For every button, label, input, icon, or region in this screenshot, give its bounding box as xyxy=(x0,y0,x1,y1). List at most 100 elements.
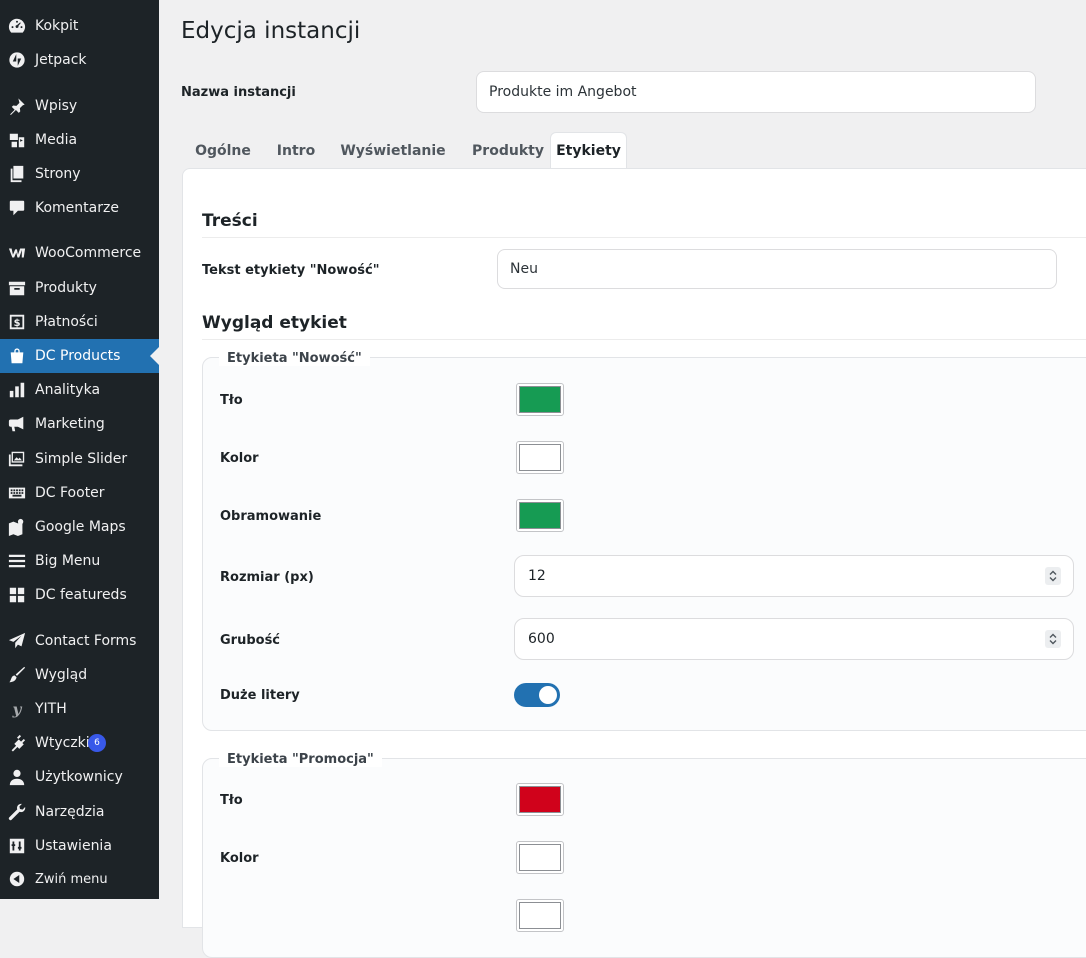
archive-icon xyxy=(8,279,26,297)
sidebar-item-woocommerce[interactable]: WooCommerce xyxy=(0,236,159,270)
brush-icon xyxy=(8,666,26,684)
sidebar-item-simple-slider[interactable]: Simple Slider xyxy=(0,442,159,476)
woocommerce-icon xyxy=(8,244,26,262)
sidebar-item-yith[interactable]: y YITH xyxy=(0,692,159,726)
sidebar-item-analityka[interactable]: Analityka xyxy=(0,373,159,407)
email-icon xyxy=(8,632,26,650)
sidebar-item-komentarze[interactable]: Komentarze xyxy=(0,191,159,225)
promo-bg-color-picker[interactable] xyxy=(516,783,564,816)
sidebar-item-label: Analityka xyxy=(35,382,101,398)
sidebar-item-narzedzia[interactable]: Narzędzia xyxy=(0,795,159,829)
settings-icon xyxy=(8,837,26,855)
sidebar-item-label: Wygląd xyxy=(35,667,88,683)
users-icon xyxy=(8,768,26,786)
new-weight-label: Grubość xyxy=(220,633,281,648)
sidebar-item-label: Wpisy xyxy=(35,98,78,114)
new-weight-input[interactable]: 600 xyxy=(514,618,1074,660)
promo-text-color-label: Kolor xyxy=(220,851,259,866)
sidebar-item-label: YITH xyxy=(35,701,67,717)
update-count-badge: 6 xyxy=(88,734,106,752)
sidebar-item-label: Simple Slider xyxy=(35,451,128,467)
sidebar-item-label: Produkty xyxy=(35,280,97,296)
collapse-menu-label: Zwiń menu xyxy=(35,871,108,887)
color-swatch xyxy=(519,444,561,471)
new-uppercase-toggle[interactable] xyxy=(514,683,560,707)
sidebar-item-platnosci[interactable]: $ Płatności xyxy=(0,305,159,339)
color-swatch xyxy=(519,502,561,529)
svg-text:y: y xyxy=(12,700,23,718)
sidebar-item-wyglad[interactable]: Wygląd xyxy=(0,658,159,692)
sidebar-item-wpisy[interactable]: Wpisy xyxy=(0,89,159,123)
shopping-bag-icon xyxy=(8,347,26,365)
promo-text-color-picker[interactable] xyxy=(516,841,564,874)
map-icon xyxy=(8,518,26,536)
sidebar-item-dc-products[interactable]: DC Products xyxy=(0,339,159,373)
sidebar-item-label: DC Products xyxy=(35,348,121,364)
promo-bg-label: Tło xyxy=(220,793,243,808)
sidebar-item-label: Kokpit xyxy=(35,18,79,34)
sidebar-item-dc-featureds[interactable]: DC featureds xyxy=(0,578,159,612)
new-text-color-label: Kolor xyxy=(220,451,259,466)
sidebar-item-wtyczki[interactable]: Wtyczki 6 xyxy=(0,726,159,760)
new-text-color-picker[interactable] xyxy=(516,441,564,474)
sidebar-item-google-maps[interactable]: Google Maps xyxy=(0,510,159,544)
main-content: Edycja instancji Nazwa instancji Produkt… xyxy=(159,0,1086,958)
media-icon xyxy=(8,131,26,149)
tab-wyswietlanie[interactable]: Wyświetlanie xyxy=(334,132,452,169)
new-border-color-picker[interactable] xyxy=(516,499,564,532)
sidebar-item-label: Wtyczki xyxy=(35,735,90,751)
sidebar-item-produkty[interactable]: Produkty xyxy=(0,271,159,305)
collapse-icon xyxy=(8,870,26,888)
sidebar-item-dc-footer[interactable]: DC Footer xyxy=(0,476,159,510)
section-divider xyxy=(202,339,1086,340)
wrench-icon xyxy=(8,803,26,821)
sidebar-item-jetpack[interactable]: Jetpack xyxy=(0,43,159,77)
sidebar-item-media[interactable]: Media xyxy=(0,123,159,157)
sidebar-item-marketing[interactable]: Marketing xyxy=(0,407,159,441)
sidebar-item-big-menu[interactable]: Big Menu xyxy=(0,544,159,578)
new-border-label: Obramowanie xyxy=(220,509,322,524)
svg-text:$: $ xyxy=(14,318,21,329)
new-bg-color-picker[interactable] xyxy=(516,383,564,416)
color-swatch xyxy=(519,844,561,871)
sidebar-item-label: WooCommerce xyxy=(35,245,142,261)
tab-ogolne[interactable]: Ogólne xyxy=(182,132,264,169)
keyboard-icon xyxy=(8,484,26,502)
tab-intro[interactable]: Intro xyxy=(267,132,325,169)
jetpack-icon xyxy=(8,51,26,69)
sidebar-item-uzytkownicy[interactable]: Użytkownicy xyxy=(0,760,159,794)
new-label-text-input[interactable]: Neu xyxy=(497,249,1057,289)
fieldset-legend: Etykieta "Promocja" xyxy=(219,752,382,767)
yith-icon: y xyxy=(8,700,26,718)
new-size-input[interactable]: 12 xyxy=(514,555,1074,597)
sidebar-item-label: Strony xyxy=(35,166,81,182)
sidebar-item-kokpit[interactable]: Kokpit xyxy=(0,9,159,43)
fieldset-promo-label: Etykieta "Promocja" Tło Kolor xyxy=(202,752,1086,958)
new-uppercase-label: Duże litery xyxy=(220,688,300,703)
new-size-label: Rozmiar (px) xyxy=(220,570,314,585)
fieldset-legend: Etykieta "Nowość" xyxy=(219,351,370,366)
menu-icon xyxy=(8,552,26,570)
color-swatch xyxy=(519,786,561,813)
page-title: Edycja instancji xyxy=(181,18,361,44)
section-title-wyglad-etykiet: Wygląd etykiet xyxy=(202,313,347,333)
sidebar-item-strony[interactable]: Strony xyxy=(0,157,159,191)
promo-border-color-picker[interactable] xyxy=(516,899,564,932)
instance-name-input[interactable]: Produkte im Angebot xyxy=(476,71,1036,113)
comment-icon xyxy=(8,199,26,217)
new-label-text-label: Tekst etykiety "Nowość" xyxy=(202,263,380,278)
collapse-menu-button[interactable]: Zwiń menu xyxy=(0,862,159,896)
sidebar-item-label: DC featureds xyxy=(35,587,127,603)
sidebar-item-contact-forms[interactable]: Contact Forms xyxy=(0,624,159,658)
sidebar-item-label: Marketing xyxy=(35,416,105,432)
dashboard-icon xyxy=(8,17,26,35)
spinner-arrows-icon[interactable] xyxy=(1045,630,1061,648)
sidebar-item-ustawienia[interactable]: Ustawienia xyxy=(0,829,159,863)
color-swatch xyxy=(519,386,561,413)
payments-icon: $ xyxy=(8,313,26,331)
tab-produkty[interactable]: Produkty xyxy=(458,132,558,169)
spinner-arrows-icon[interactable] xyxy=(1045,567,1061,585)
tab-etykiety[interactable]: Etykiety xyxy=(550,132,627,169)
instance-name-label: Nazwa instancji xyxy=(181,85,296,100)
sidebar-item-label: Google Maps xyxy=(35,519,126,535)
